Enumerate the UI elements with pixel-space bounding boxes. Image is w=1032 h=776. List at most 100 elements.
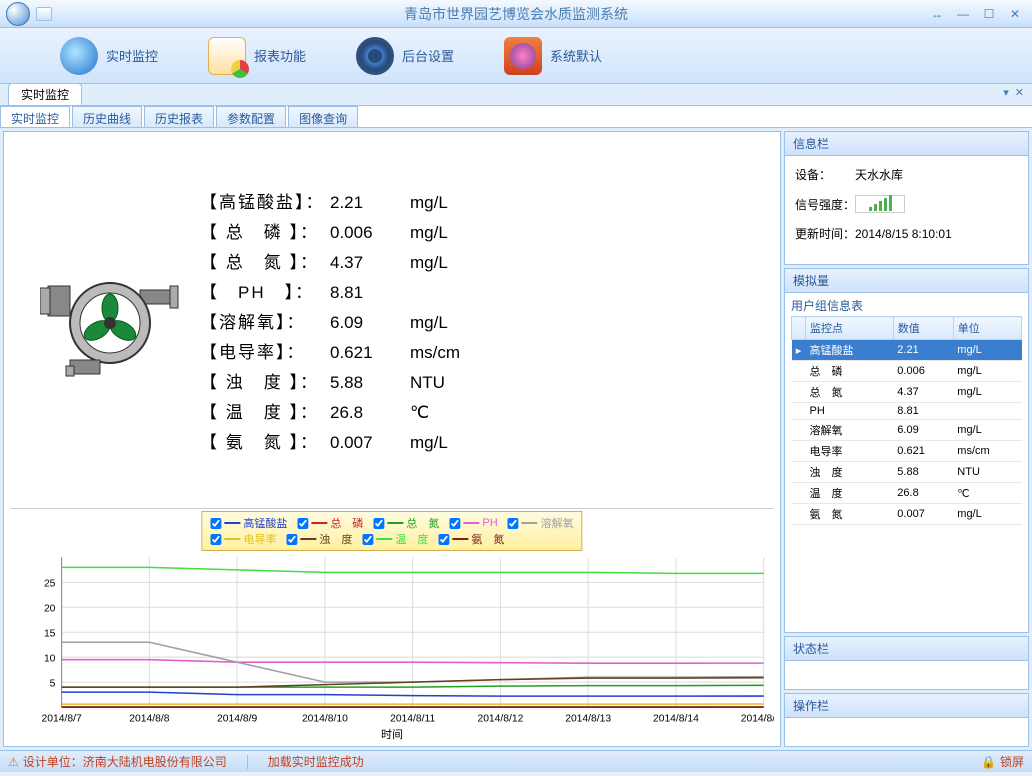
col-header[interactable]: 数值 [893,317,953,340]
analog-panel: 模拟量 用户组信息表 监控点数值单位 ▸高锰酸盐2.21mg/L总 磷0.006… [784,268,1029,633]
subtab-1[interactable]: 历史曲线 [72,106,142,127]
report-icon [208,37,246,75]
legend-checkbox[interactable] [508,518,519,529]
ribbon-realtime-monitor[interactable]: 实时监控 [60,37,158,75]
reading-row: 【电导率】：0.621ms/cm [200,338,460,368]
subtab-4[interactable]: 图像查询 [288,106,358,127]
reading-row: 【 总 磷 】：0.006mg/L [200,218,460,248]
chart-legend: 高锰酸盐总 磷总 氮 PH 溶解氧电导率浊 度温 度氨 氮 [201,511,582,551]
table-row[interactable]: 总 磷0.006mg/L [792,361,1022,382]
table-row[interactable]: 电导率0.621ms/cm [792,441,1022,462]
table-row[interactable]: 氨 氮0.007mg/L [792,504,1022,525]
svg-text:2014/8/8: 2014/8/8 [129,714,169,725]
signal-label: 信号强度： [795,196,855,213]
legend-item[interactable]: 高锰酸盐 [210,515,287,531]
legend-item[interactable]: 电导率 [210,531,276,547]
main-panel: 【高锰酸盐】：2.21mg/L【 总 磷 】：0.006mg/L【 总 氮 】：… [3,131,781,747]
update-value: 2014/8/15 8:10:01 [855,227,952,241]
sub-tabs: 实时监控历史曲线历史报表参数配置图像查询 [0,106,1032,128]
table-row[interactable]: 总 氮4.37mg/L [792,382,1022,403]
analog-group-title: 用户组信息表 [791,297,1022,314]
svg-text:20: 20 [44,603,56,614]
resize-icon[interactable]: ↔ [926,6,948,22]
legend-checkbox[interactable] [362,534,373,545]
legend-item[interactable]: 溶解氧 [508,515,574,531]
col-header[interactable]: 单位 [953,317,1021,340]
device-value: 天水水库 [855,166,903,183]
maximize-button[interactable]: ☐ [978,6,1000,22]
ribbon-label: 后台设置 [402,46,454,65]
legend-checkbox[interactable] [373,518,384,529]
lock-label: 锁屏 [1000,753,1024,770]
ops-panel-header: 操作栏 [785,694,1028,718]
close-button[interactable]: ✕ [1004,6,1026,22]
legend-checkbox[interactable] [210,534,221,545]
col-header[interactable]: 监控点 [806,317,894,340]
legend-item[interactable]: 总 磷 [297,515,363,531]
subtab-0[interactable]: 实时监控 [0,106,70,127]
status-panel-header: 状态栏 [785,637,1028,661]
ops-panel: 操作栏 [784,693,1029,747]
table-row[interactable]: PH8.81 [792,403,1022,420]
svg-text:2014/8/9: 2014/8/9 [217,714,257,725]
svg-text:2014/8/12: 2014/8/12 [477,714,523,725]
document-tabs: 实时监控 ▾ ✕ [0,84,1032,106]
table-row[interactable]: 溶解氧6.09mg/L [792,420,1022,441]
title-bar: 青岛市世界园艺博览会水质监测系统 ↔ — ☐ ✕ [0,0,1032,28]
reading-row: 【高锰酸盐】：2.21mg/L [200,188,460,218]
ribbon-backend-settings[interactable]: 后台设置 [356,37,454,75]
app-orb-icon[interactable] [6,2,30,26]
doc-tab-dropdown[interactable]: ▾ [1003,86,1009,99]
warning-icon: ⚠ [8,755,19,769]
legend-checkbox[interactable] [449,518,460,529]
status-panel: 状态栏 [784,636,1029,690]
info-panel: 信息栏 设备： 天水水库 信号强度： 更新时间： 2014/8/15 8:10:… [784,131,1029,265]
legend-item[interactable]: 氨 氮 [438,531,504,547]
ribbon-label: 实时监控 [106,46,158,65]
doc-tab-close[interactable]: ✕ [1015,86,1024,99]
legend-checkbox[interactable] [210,518,221,529]
ribbon-system-default[interactable]: 系统默认 [504,37,602,75]
update-label: 更新时间： [795,225,855,242]
svg-text:10: 10 [44,653,56,664]
side-panel: 信息栏 设备： 天水水库 信号强度： 更新时间： 2014/8/15 8:10:… [784,131,1029,747]
globe-icon [60,37,98,75]
table-row[interactable]: 温 度26.8℃ [792,483,1022,504]
legend-item[interactable]: 总 氮 [373,515,439,531]
readings-list: 【高锰酸盐】：2.21mg/L【 总 磷 】：0.006mg/L【 总 氮 】：… [200,188,460,458]
ribbon-label: 系统默认 [550,46,602,65]
subtab-2[interactable]: 历史报表 [144,106,214,127]
minimize-button[interactable]: — [952,6,974,22]
signal-bars-icon [855,195,905,213]
legend-item[interactable]: 温 度 [362,531,428,547]
workspace: 【高锰酸盐】：2.21mg/L【 总 磷 】：0.006mg/L【 总 氮 】：… [0,128,1032,750]
svg-text:2014/8/11: 2014/8/11 [390,714,435,725]
svg-text:5: 5 [50,678,56,689]
ribbon-report[interactable]: 报表功能 [208,37,306,75]
doc-tab-monitor[interactable]: 实时监控 [8,83,82,105]
reading-row: 【 浊 度 】：5.88NTU [200,368,460,398]
status-bar: ⚠ 设计单位：济南大陆机电股份有限公司 加载实时监控成功 🔒 锁屏 [0,750,1032,772]
svg-text:2014/8/15: 2014/8/15 [741,714,774,725]
camera-icon [504,37,542,75]
info-panel-header: 信息栏 [785,132,1028,156]
legend-checkbox[interactable] [438,534,449,545]
legend-item[interactable]: PH [449,515,497,531]
chart-xlabel: 时间 [381,726,403,742]
chart-area: 高锰酸盐总 磷总 氮PH溶解氧电导率浊 度温 度氨 氮 510152025201… [10,508,774,740]
ribbon-label: 报表功能 [254,46,306,65]
table-row[interactable]: 浊 度5.88NTU [792,462,1022,483]
reading-row: 【 氨 氮 】：0.007mg/L [200,428,460,458]
legend-checkbox[interactable] [297,518,308,529]
reading-row: 【 PH 】：8.81 [200,278,460,308]
device-label: 设备： [795,166,855,183]
legend-checkbox[interactable] [286,534,297,545]
subtab-3[interactable]: 参数配置 [216,106,286,127]
table-row[interactable]: ▸高锰酸盐2.21mg/L [792,340,1022,361]
lock-button[interactable]: 🔒 锁屏 [981,753,1024,770]
reading-row: 【 总 氮 】：4.37mg/L [200,248,460,278]
reading-row: 【 温 度 】：26.8℃ [200,398,460,428]
legend-item[interactable]: 浊 度 [286,531,352,547]
analog-table: 监控点数值单位 ▸高锰酸盐2.21mg/L总 磷0.006mg/L总 氮4.37… [791,316,1022,525]
quick-access-dropdown[interactable] [36,7,52,21]
